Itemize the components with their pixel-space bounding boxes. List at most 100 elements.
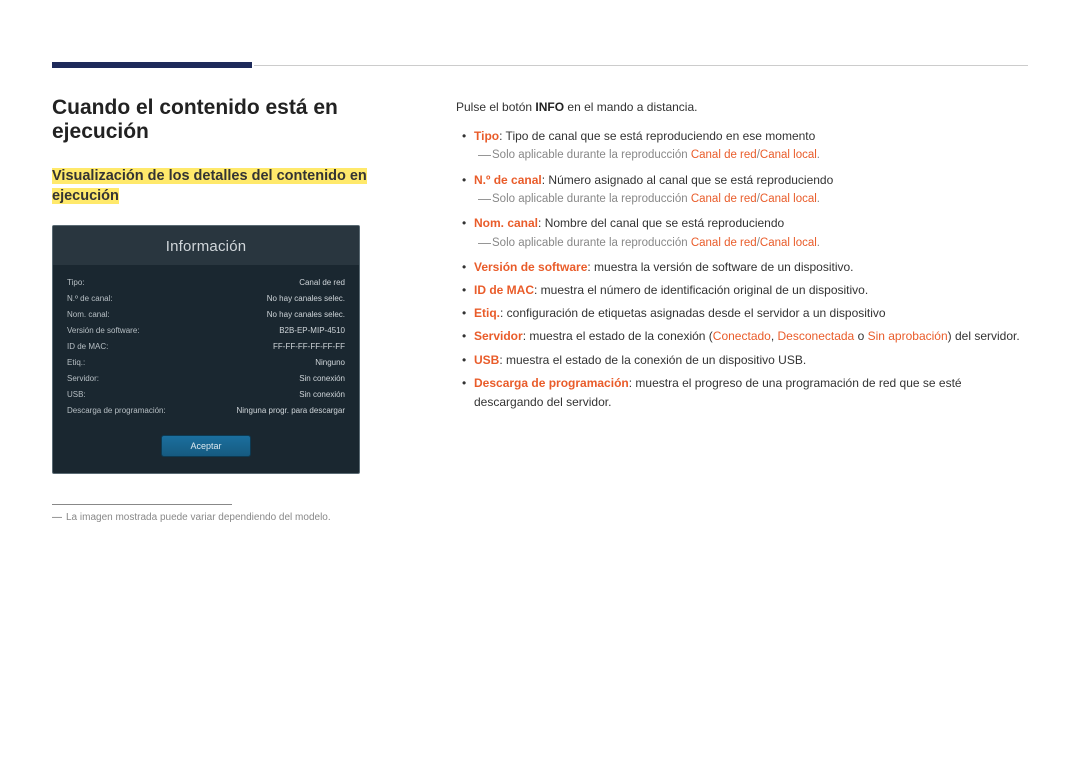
info-panel-title: Información bbox=[53, 226, 359, 265]
term-text: : Número asignado al canal que se está r… bbox=[542, 173, 834, 187]
term-pre: : muestra el estado de la conexión ( bbox=[523, 329, 713, 343]
info-row: Nom. canal: No hay canales selec. bbox=[67, 307, 345, 323]
footnote-divider bbox=[52, 504, 232, 505]
intro-post: en el mando a distancia. bbox=[564, 100, 697, 114]
sub-pre: Solo aplicable durante la reproducción bbox=[492, 149, 691, 161]
header-divider bbox=[254, 65, 1028, 66]
dash-icon: ― bbox=[478, 189, 491, 210]
state-1: Conectado bbox=[713, 329, 771, 343]
info-key: Servidor: bbox=[67, 374, 99, 383]
term-label: ID de MAC bbox=[474, 283, 534, 297]
sub-pre: Solo aplicable durante la reproducción bbox=[492, 237, 691, 249]
section-subtitle: Visualización de los detalles del conten… bbox=[52, 166, 432, 207]
term-label: Servidor bbox=[474, 329, 523, 343]
sub-ch2: Canal local bbox=[760, 193, 817, 205]
term-text: : configuración de etiquetas asignadas d… bbox=[500, 306, 886, 320]
info-key: Tipo: bbox=[67, 278, 85, 287]
page-content: Cuando el contenido está en ejecución Vi… bbox=[52, 96, 1028, 523]
right-column: Pulse el botón INFO en el mando a distan… bbox=[456, 96, 1028, 523]
or: o bbox=[854, 329, 867, 343]
info-value: No hay canales selec. bbox=[267, 310, 345, 319]
info-row: Versión de software: B2B-EP-MIP-4510 bbox=[67, 323, 345, 339]
term-label: N.º de canal bbox=[474, 173, 542, 187]
list-item: USB: muestra el estado de la conexión de… bbox=[456, 351, 1028, 370]
sub-pre: Solo aplicable durante la reproducción bbox=[492, 193, 691, 205]
accept-button[interactable]: Aceptar bbox=[161, 435, 250, 457]
info-key: Versión de software: bbox=[67, 326, 139, 335]
list-item: N.º de canal: Número asignado al canal q… bbox=[456, 171, 1028, 209]
highlighted-line-2: ejecución bbox=[52, 188, 119, 204]
sub-note: ―Solo aplicable durante la reproducción … bbox=[474, 190, 1028, 208]
term-text: : Nombre del canal que se está reproduci… bbox=[538, 216, 784, 230]
sub-dot: . bbox=[817, 193, 820, 205]
header-accent-bar bbox=[52, 62, 252, 68]
info-value: Ninguno bbox=[315, 358, 345, 367]
sub-ch1: Canal de red bbox=[691, 237, 757, 249]
info-value: Sin conexión bbox=[299, 390, 345, 399]
term-label: Versión de software bbox=[474, 260, 587, 274]
list-item: Tipo: Tipo de canal que se está reproduc… bbox=[456, 127, 1028, 165]
list-item: Etiq.: configuración de etiquetas asigna… bbox=[456, 304, 1028, 323]
term-label: Descarga de programación bbox=[474, 376, 629, 390]
list-item: ID de MAC: muestra el número de identifi… bbox=[456, 281, 1028, 300]
dash-icon: ― bbox=[478, 233, 491, 254]
info-panel: Información Tipo: Canal de red N.º de can… bbox=[52, 225, 360, 474]
info-row: USB: Sin conexión bbox=[67, 387, 345, 403]
term-label: Etiq. bbox=[474, 306, 500, 320]
term-label: Nom. canal bbox=[474, 216, 538, 230]
dash-icon: ― bbox=[478, 145, 491, 166]
footnote-text: La imagen mostrada puede variar dependie… bbox=[66, 512, 331, 523]
info-value: B2B-EP-MIP-4510 bbox=[279, 326, 345, 335]
sub-note: ―Solo aplicable durante la reproducción … bbox=[474, 146, 1028, 164]
info-row: N.º de canal: No hay canales selec. bbox=[67, 291, 345, 307]
sub-dot: . bbox=[817, 237, 820, 249]
sub-ch1: Canal de red bbox=[691, 193, 757, 205]
info-row: ID de MAC: FF-FF-FF-FF-FF-FF bbox=[67, 339, 345, 355]
term-text: : muestra la versión de software de un d… bbox=[587, 260, 853, 274]
footnote: ― La imagen mostrada puede variar dependi… bbox=[52, 512, 432, 523]
term-post: ) del servidor. bbox=[948, 329, 1020, 343]
info-key: Etiq.: bbox=[67, 358, 85, 367]
term-text: : muestra el número de identificación or… bbox=[534, 283, 868, 297]
info-key: USB: bbox=[67, 390, 86, 399]
description-list: Tipo: Tipo de canal que se está reproduc… bbox=[456, 127, 1028, 412]
sub-ch2: Canal local bbox=[760, 149, 817, 161]
info-value: Ninguna progr. para descargar bbox=[236, 406, 345, 415]
list-item: Servidor: muestra el estado de la conexi… bbox=[456, 327, 1028, 346]
list-item: Nom. canal: Nombre del canal que se está… bbox=[456, 214, 1028, 252]
comma: , bbox=[771, 329, 778, 343]
intro-bold: INFO bbox=[535, 100, 564, 114]
info-key: ID de MAC: bbox=[67, 342, 108, 351]
list-item: Versión de software: muestra la versión … bbox=[456, 258, 1028, 277]
highlighted-line-1: Visualización de los detalles del conten… bbox=[52, 168, 367, 184]
term-text: : Tipo de canal que se está reproduciend… bbox=[499, 129, 815, 143]
sub-ch1: Canal de red bbox=[691, 149, 757, 161]
state-2: Desconectada bbox=[778, 329, 855, 343]
info-value: Canal de red bbox=[299, 278, 345, 287]
sub-note: ―Solo aplicable durante la reproducción … bbox=[474, 234, 1028, 252]
info-key: Descarga de programación: bbox=[67, 406, 166, 415]
left-column: Cuando el contenido está en ejecución Vi… bbox=[52, 96, 432, 523]
info-row: Etiq.: Ninguno bbox=[67, 355, 345, 371]
info-value: FF-FF-FF-FF-FF-FF bbox=[273, 342, 345, 351]
info-panel-footer: Aceptar bbox=[53, 425, 359, 473]
info-key: N.º de canal: bbox=[67, 294, 113, 303]
term-label: USB bbox=[474, 353, 499, 367]
info-value: Sin conexión bbox=[299, 374, 345, 383]
intro-pre: Pulse el botón bbox=[456, 100, 535, 114]
info-row: Tipo: Canal de red bbox=[67, 275, 345, 291]
list-item: Descarga de programación: muestra el pro… bbox=[456, 374, 1028, 412]
term-text: : muestra el estado de la conexión de un… bbox=[499, 353, 806, 367]
info-row: Descarga de programación: Ninguna progr. … bbox=[67, 403, 345, 419]
intro-line: Pulse el botón INFO en el mando a distan… bbox=[456, 98, 1028, 117]
dash-icon: ― bbox=[52, 512, 62, 523]
state-3: Sin aprobación bbox=[868, 329, 948, 343]
page-title: Cuando el contenido está en ejecución bbox=[52, 96, 432, 144]
info-value: No hay canales selec. bbox=[267, 294, 345, 303]
sub-dot: . bbox=[817, 149, 820, 161]
info-panel-body: Tipo: Canal de red N.º de canal: No hay ca… bbox=[53, 265, 359, 425]
term-label: Tipo bbox=[474, 129, 499, 143]
info-key: Nom. canal: bbox=[67, 310, 110, 319]
sub-ch2: Canal local bbox=[760, 237, 817, 249]
info-row: Servidor: Sin conexión bbox=[67, 371, 345, 387]
